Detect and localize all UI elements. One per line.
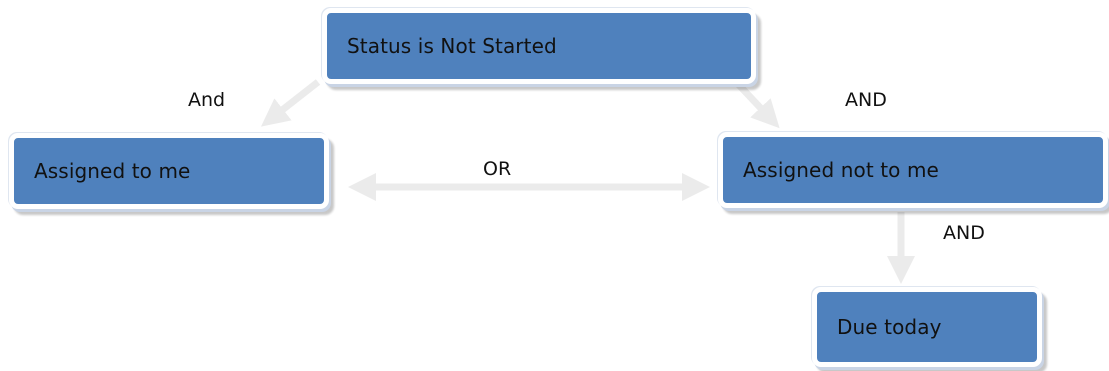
node-due-today: Due today <box>812 287 1042 367</box>
node-assigned-not-to-me: Assigned not to me <box>718 132 1108 208</box>
node-status-not-started-label: Status is Not Started <box>347 34 557 58</box>
arrow-status-to-assigned-not-me <box>735 81 780 129</box>
edge-label-or: OR <box>483 158 512 180</box>
node-assigned-to-me: Assigned to me <box>9 133 329 209</box>
node-status-not-started: Status is Not Started <box>322 8 756 84</box>
node-assigned-not-to-me-label: Assigned not to me <box>743 158 939 182</box>
edge-label-and-down: AND <box>943 222 985 244</box>
node-due-today-label: Due today <box>837 315 942 339</box>
edge-label-and: And <box>188 89 226 111</box>
edge-label-and-right: AND <box>845 89 887 111</box>
node-assigned-to-me-label: Assigned to me <box>34 159 191 183</box>
arrow-status-to-assigned-me <box>260 79 321 127</box>
